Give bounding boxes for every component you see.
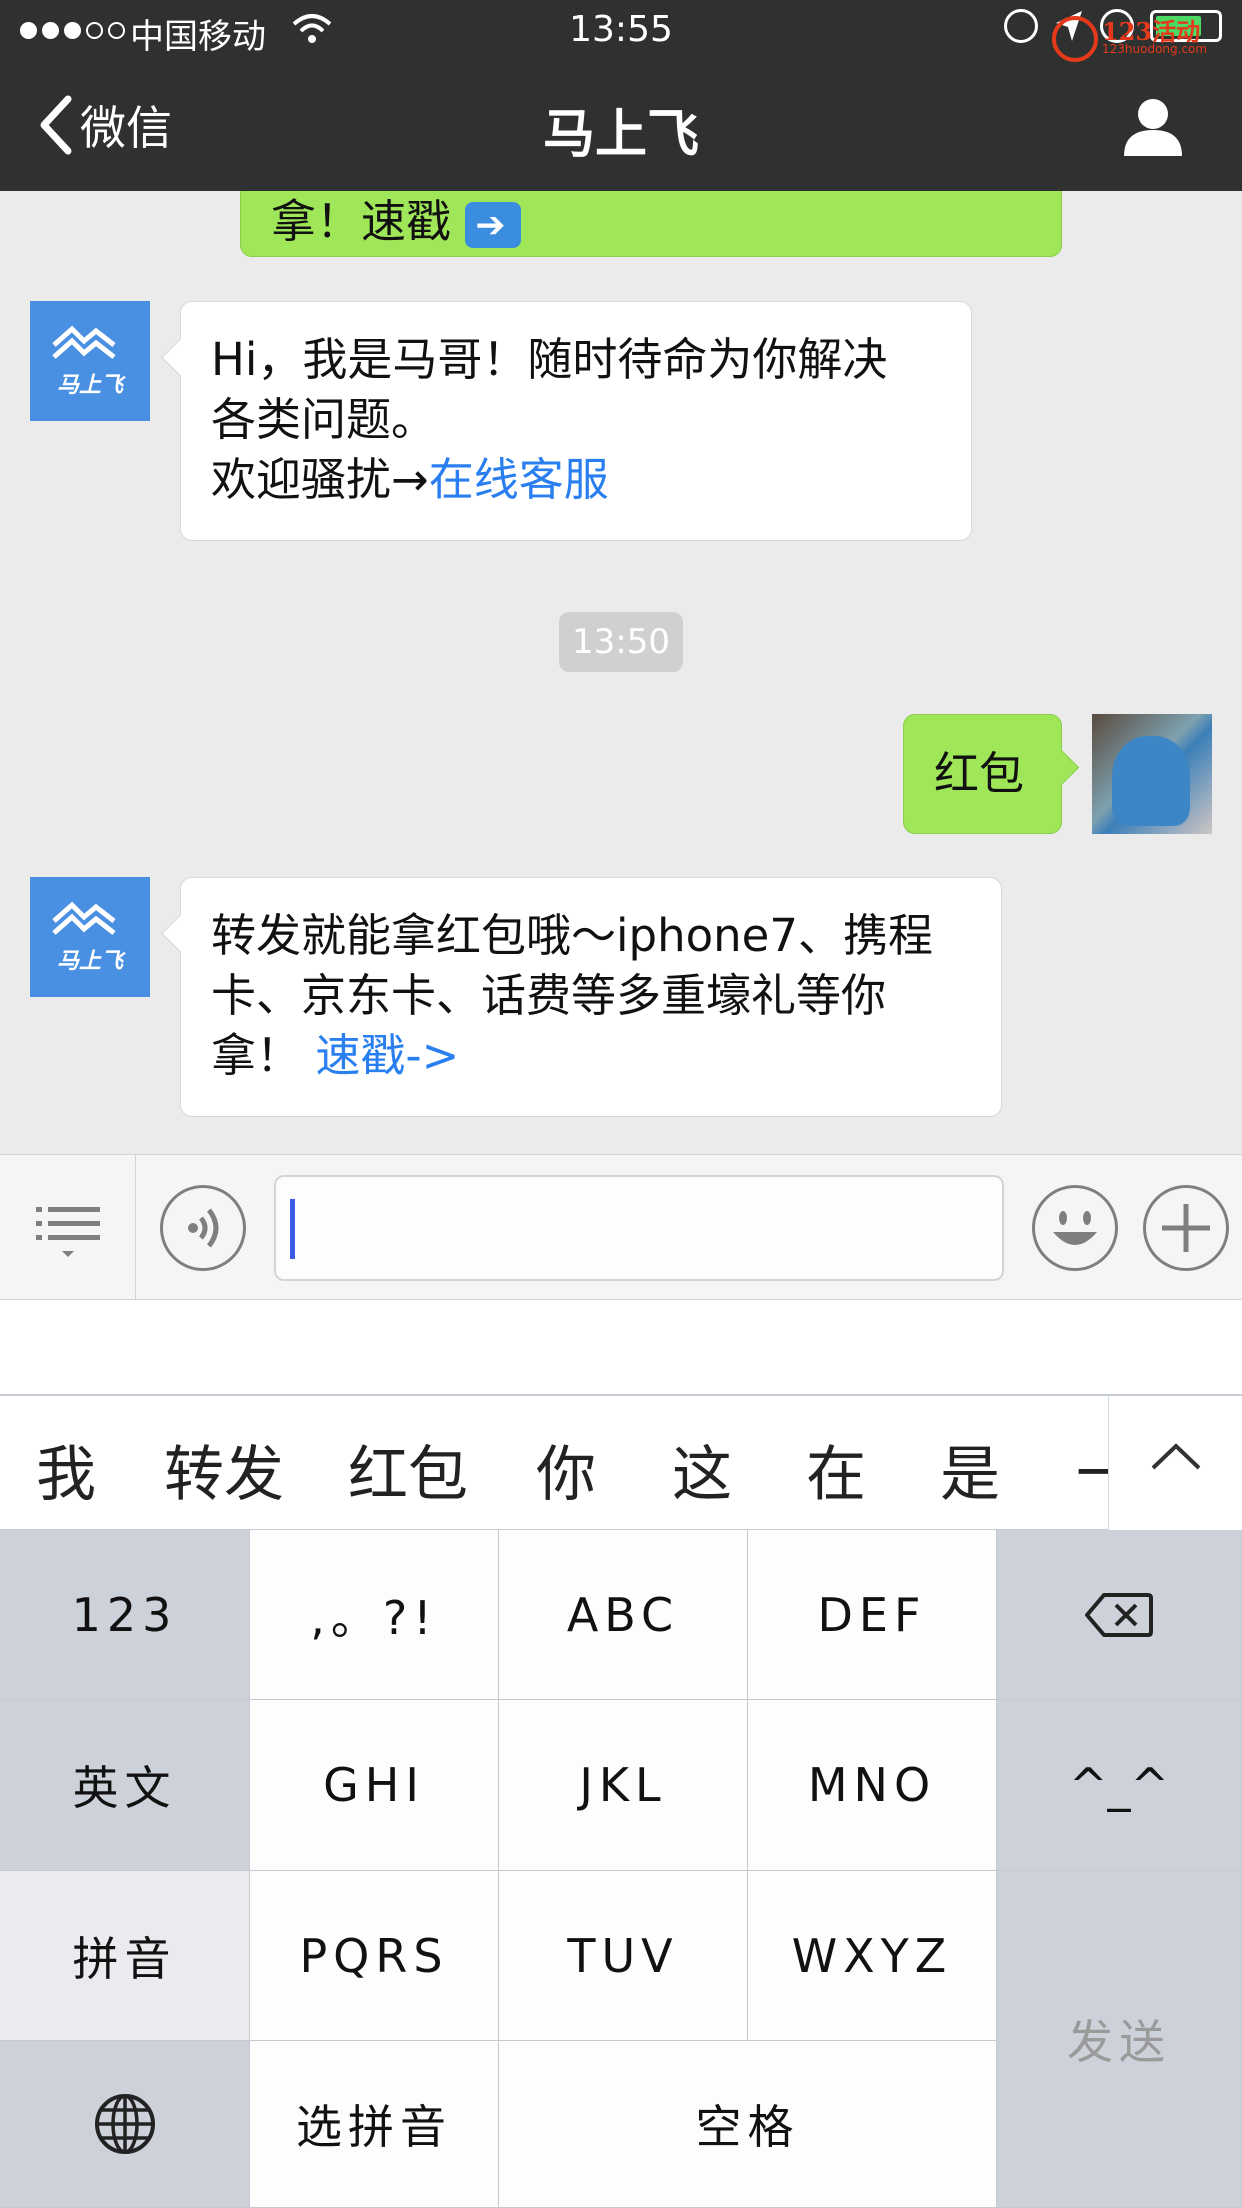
chevron-up-icon — [1151, 1443, 1201, 1470]
key-tuv[interactable]: TUV — [499, 1871, 748, 2041]
candidate-word[interactable]: 在 — [806, 1426, 866, 1513]
expand-candidates-button[interactable] — [1108, 1396, 1242, 1530]
online-service-link[interactable]: 在线客服 — [429, 453, 609, 506]
key-mno[interactable]: MNO — [748, 1700, 997, 1871]
globe-icon — [94, 2094, 155, 2154]
mountain-logo-icon — [52, 901, 116, 935]
watermark-logo-icon — [1052, 16, 1098, 62]
key-punctuation[interactable]: ,。?! — [250, 1530, 499, 1700]
backspace-icon — [1085, 1592, 1153, 1637]
message-text: 欢迎骚扰→ — [211, 453, 429, 506]
message-line: 各类问题。 — [211, 393, 437, 446]
message-text: 拿！速戳 — [271, 195, 452, 248]
key-123[interactable]: 123 — [0, 1530, 250, 1700]
mountain-logo-icon — [52, 325, 116, 359]
bot-message-bubble[interactable]: Hi，我是马哥！随时待命为你解决 各类问题。 欢迎骚扰→在线客服 — [180, 301, 972, 541]
delete-key[interactable] — [997, 1530, 1242, 1700]
message-timestamp: 13:50 — [559, 612, 683, 672]
status-bar: 中国移动 13:55 123活动 123huodong.com — [0, 0, 1242, 62]
message-line: 欢迎骚扰→在线客服 — [211, 450, 941, 510]
quick-link[interactable]: 速戳-> — [315, 1029, 459, 1082]
candidate-bar: 我 转发 红包 你 这 在 是 一 — [0, 1396, 1242, 1530]
user-message-bubble[interactable]: 红包 — [903, 714, 1062, 834]
candidate-word[interactable]: 你 — [536, 1426, 596, 1513]
rotation-lock-icon — [1004, 9, 1038, 43]
profile-icon[interactable] — [1120, 96, 1186, 156]
globe-key[interactable] — [0, 2041, 250, 2208]
key-emoticon[interactable]: ^_^ — [997, 1700, 1242, 1871]
candidate-word[interactable]: 一 — [1076, 1426, 1108, 1513]
input-bar — [0, 1154, 1242, 1300]
menu-list-icon — [36, 1207, 100, 1257]
avatar-photo — [1112, 736, 1190, 826]
candidate-word[interactable]: 这 — [672, 1426, 732, 1513]
candidate-word[interactable]: 是 — [940, 1426, 1000, 1513]
key-english[interactable]: 英文 — [0, 1700, 250, 1871]
page-title: 马上飞 — [542, 105, 699, 165]
key-ghi[interactable]: GHI — [250, 1700, 499, 1871]
message-bubble-partial[interactable]: 拿！速戳 — [240, 191, 1062, 257]
chat-area[interactable]: 拿！速戳 马上飞 Hi，我是马哥！随时待命为你解决 各类问题。 欢迎骚扰→在线客… — [0, 191, 1242, 1154]
space-key[interactable]: 空格 — [499, 2041, 997, 2208]
bot-message-bubble[interactable]: 转发就能拿红包哦～iphone7、携程 卡、京东卡、话费等多重壕礼等你 拿！ 速… — [180, 877, 1002, 1117]
message-line: Hi，我是马哥！随时待命为你解决 — [211, 333, 888, 386]
candidate-word[interactable]: 红包 — [348, 1426, 468, 1513]
voice-button[interactable] — [160, 1185, 246, 1271]
keyboard-top-spacer — [0, 1300, 1242, 1396]
key-abc[interactable]: ABC — [499, 1530, 748, 1700]
key-select-pinyin[interactable]: 选拼音 — [250, 2041, 499, 2208]
bot-avatar[interactable]: 马上飞 — [30, 301, 150, 421]
text-caret — [290, 1199, 295, 1259]
menu-toggle-button[interactable] — [0, 1155, 136, 1300]
send-key[interactable]: 发送 — [997, 1871, 1242, 2208]
candidate-word[interactable]: 我 — [36, 1426, 96, 1513]
top-bar: 中国移动 13:55 123活动 123huodong.com 微信 马上飞 — [0, 0, 1242, 191]
watermark-url: 123huodong.com — [1102, 42, 1208, 56]
candidate-word[interactable]: 转发 — [164, 1426, 284, 1513]
more-button[interactable] — [1143, 1185, 1229, 1271]
bot-avatar-text: 马上飞 — [56, 373, 123, 398]
key-jkl[interactable]: JKL — [499, 1700, 748, 1871]
arrow-right-emoji-icon — [465, 196, 522, 256]
key-wxyz[interactable]: WXYZ — [748, 1871, 997, 2041]
navigation-bar: 微信 马上飞 — [0, 62, 1242, 191]
voice-icon — [188, 1208, 219, 1248]
emoji-button[interactable] — [1032, 1185, 1118, 1271]
key-pinyin[interactable]: 拼音 — [0, 1871, 250, 2041]
user-avatar[interactable] — [1092, 714, 1212, 834]
bot-avatar[interactable]: 马上飞 — [30, 877, 150, 997]
bot-avatar-text: 马上飞 — [56, 949, 123, 974]
message-line: 卡、京东卡、话费等多重壕礼等你 — [211, 969, 887, 1022]
key-pqrs[interactable]: PQRS — [250, 1871, 499, 2041]
keyboard: 123 ,。?! ABC DEF 英文 GHI JKL MNO ^_^ 拼音 P… — [0, 1530, 1242, 2208]
smiley-icon — [1053, 1211, 1097, 1245]
message-line: 转发就能拿红包哦～iphone7、携程 — [211, 909, 933, 962]
message-text: 拿！ — [211, 1029, 302, 1082]
message-text: 红包 — [934, 747, 1025, 800]
key-def[interactable]: DEF — [748, 1530, 997, 1700]
plus-icon — [1162, 1204, 1210, 1252]
message-line: 拿！ 速戳-> — [211, 1026, 971, 1086]
message-input[interactable] — [274, 1175, 1004, 1281]
